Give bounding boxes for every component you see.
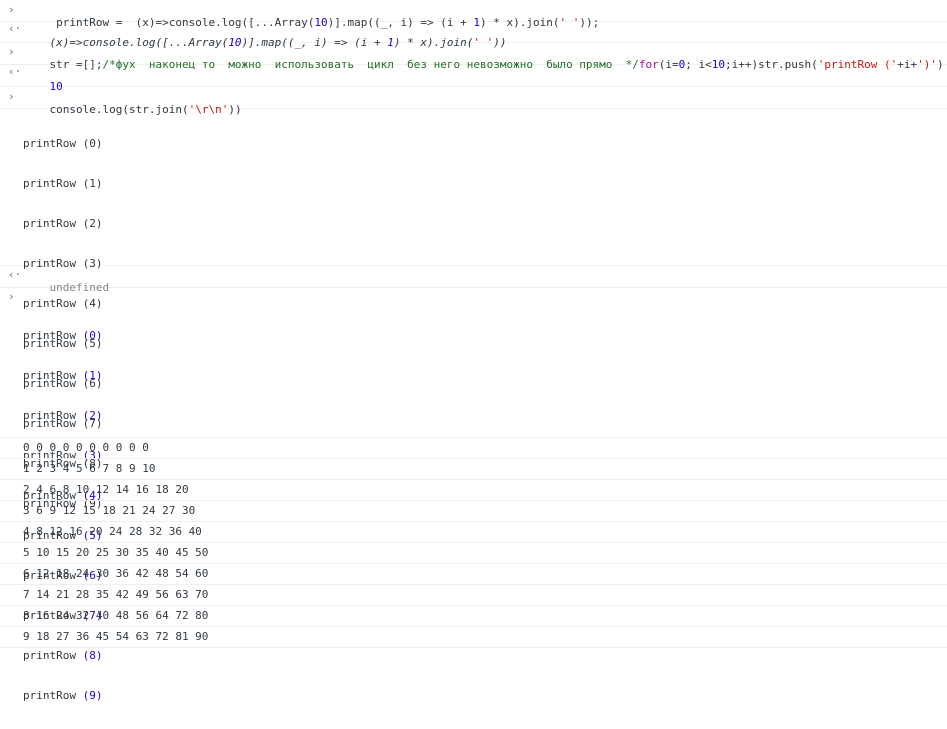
devtools-console: › printRow = (x)=>console.log([...Array(… <box>0 0 947 702</box>
code-line: printRow (8) <box>23 649 947 663</box>
result-arrow-icon: ‹· <box>8 268 22 281</box>
code-number: (0) <box>82 329 103 342</box>
code-number: (1) <box>82 369 103 382</box>
code-text: printRow <box>23 689 83 702</box>
code-number: (8) <box>82 649 103 662</box>
console-input-entry[interactable]: › console.log(str.join('\r\n')) <box>0 87 947 116</box>
code-text: printRow <box>23 649 83 662</box>
chevron-right-icon: › <box>8 90 15 103</box>
code-number: (2) <box>82 409 103 422</box>
log-line: printRow (1) <box>23 177 103 190</box>
code-line: printRow (2) <box>23 409 947 423</box>
log-row[interactable]: 0 0 0 0 0 0 0 0 0 0 <box>0 438 947 459</box>
console-input-entry[interactable]: › printRow = (x)=>console.log([...Array(… <box>0 0 947 29</box>
code-text: printRow <box>23 329 83 342</box>
code-number: (9) <box>82 689 103 702</box>
log-row[interactable]: 2 4 6 8 10 12 14 16 18 20 <box>0 480 947 501</box>
code-text: printRow <box>23 369 83 382</box>
log-row[interactable]: 7 14 21 28 35 42 49 56 63 70 <box>0 585 947 606</box>
log-row[interactable]: 5 10 15 20 25 30 35 40 45 50 <box>0 543 947 564</box>
chevron-right-icon: › <box>8 3 15 16</box>
log-line: printRow (0) <box>23 137 103 150</box>
console-input-entry[interactable]: › printRow (0) printRow (1) printRow (2)… <box>0 288 947 702</box>
result-arrow-icon: ‹· <box>8 22 22 35</box>
console-result-entry[interactable]: ‹· (x)=>console.log([...Array(10)].map((_… <box>0 22 947 49</box>
log-row[interactable]: 6 12 18 24 30 36 42 48 54 60 <box>0 564 947 585</box>
code-line: printRow (1) <box>23 369 947 383</box>
code-text: printRow <box>23 409 83 422</box>
code-line: printRow (0) <box>23 329 947 343</box>
console-input-entry[interactable]: › str =[];/*фух наконец то можно использо… <box>0 43 947 71</box>
log-row[interactable]: 9 18 27 36 45 54 63 72 81 90 <box>0 627 947 648</box>
log-row[interactable]: 3 6 9 12 15 18 21 24 27 30 <box>0 501 947 522</box>
console-result-entry[interactable]: ‹· 10 <box>0 65 947 93</box>
log-row[interactable]: 4 8 12 16 20 24 28 32 36 40 <box>0 522 947 543</box>
chevron-right-icon: › <box>8 290 15 303</box>
result-arrow-icon: ‹· <box>8 65 22 78</box>
log-row[interactable]: 1 2 3 4 5 6 7 8 9 10 <box>0 459 947 480</box>
log-line: printRow (2) <box>23 217 103 230</box>
console-result-entry[interactable]: ‹· undefined <box>0 266 947 294</box>
code-line: printRow (9) <box>23 689 947 703</box>
console-log-output[interactable]: printRow (0) printRow (1) printRow (2) p… <box>0 109 947 510</box>
chevron-right-icon: › <box>8 45 15 58</box>
log-row[interactable]: 8 16 24 32 40 48 56 64 72 80 <box>0 606 947 627</box>
